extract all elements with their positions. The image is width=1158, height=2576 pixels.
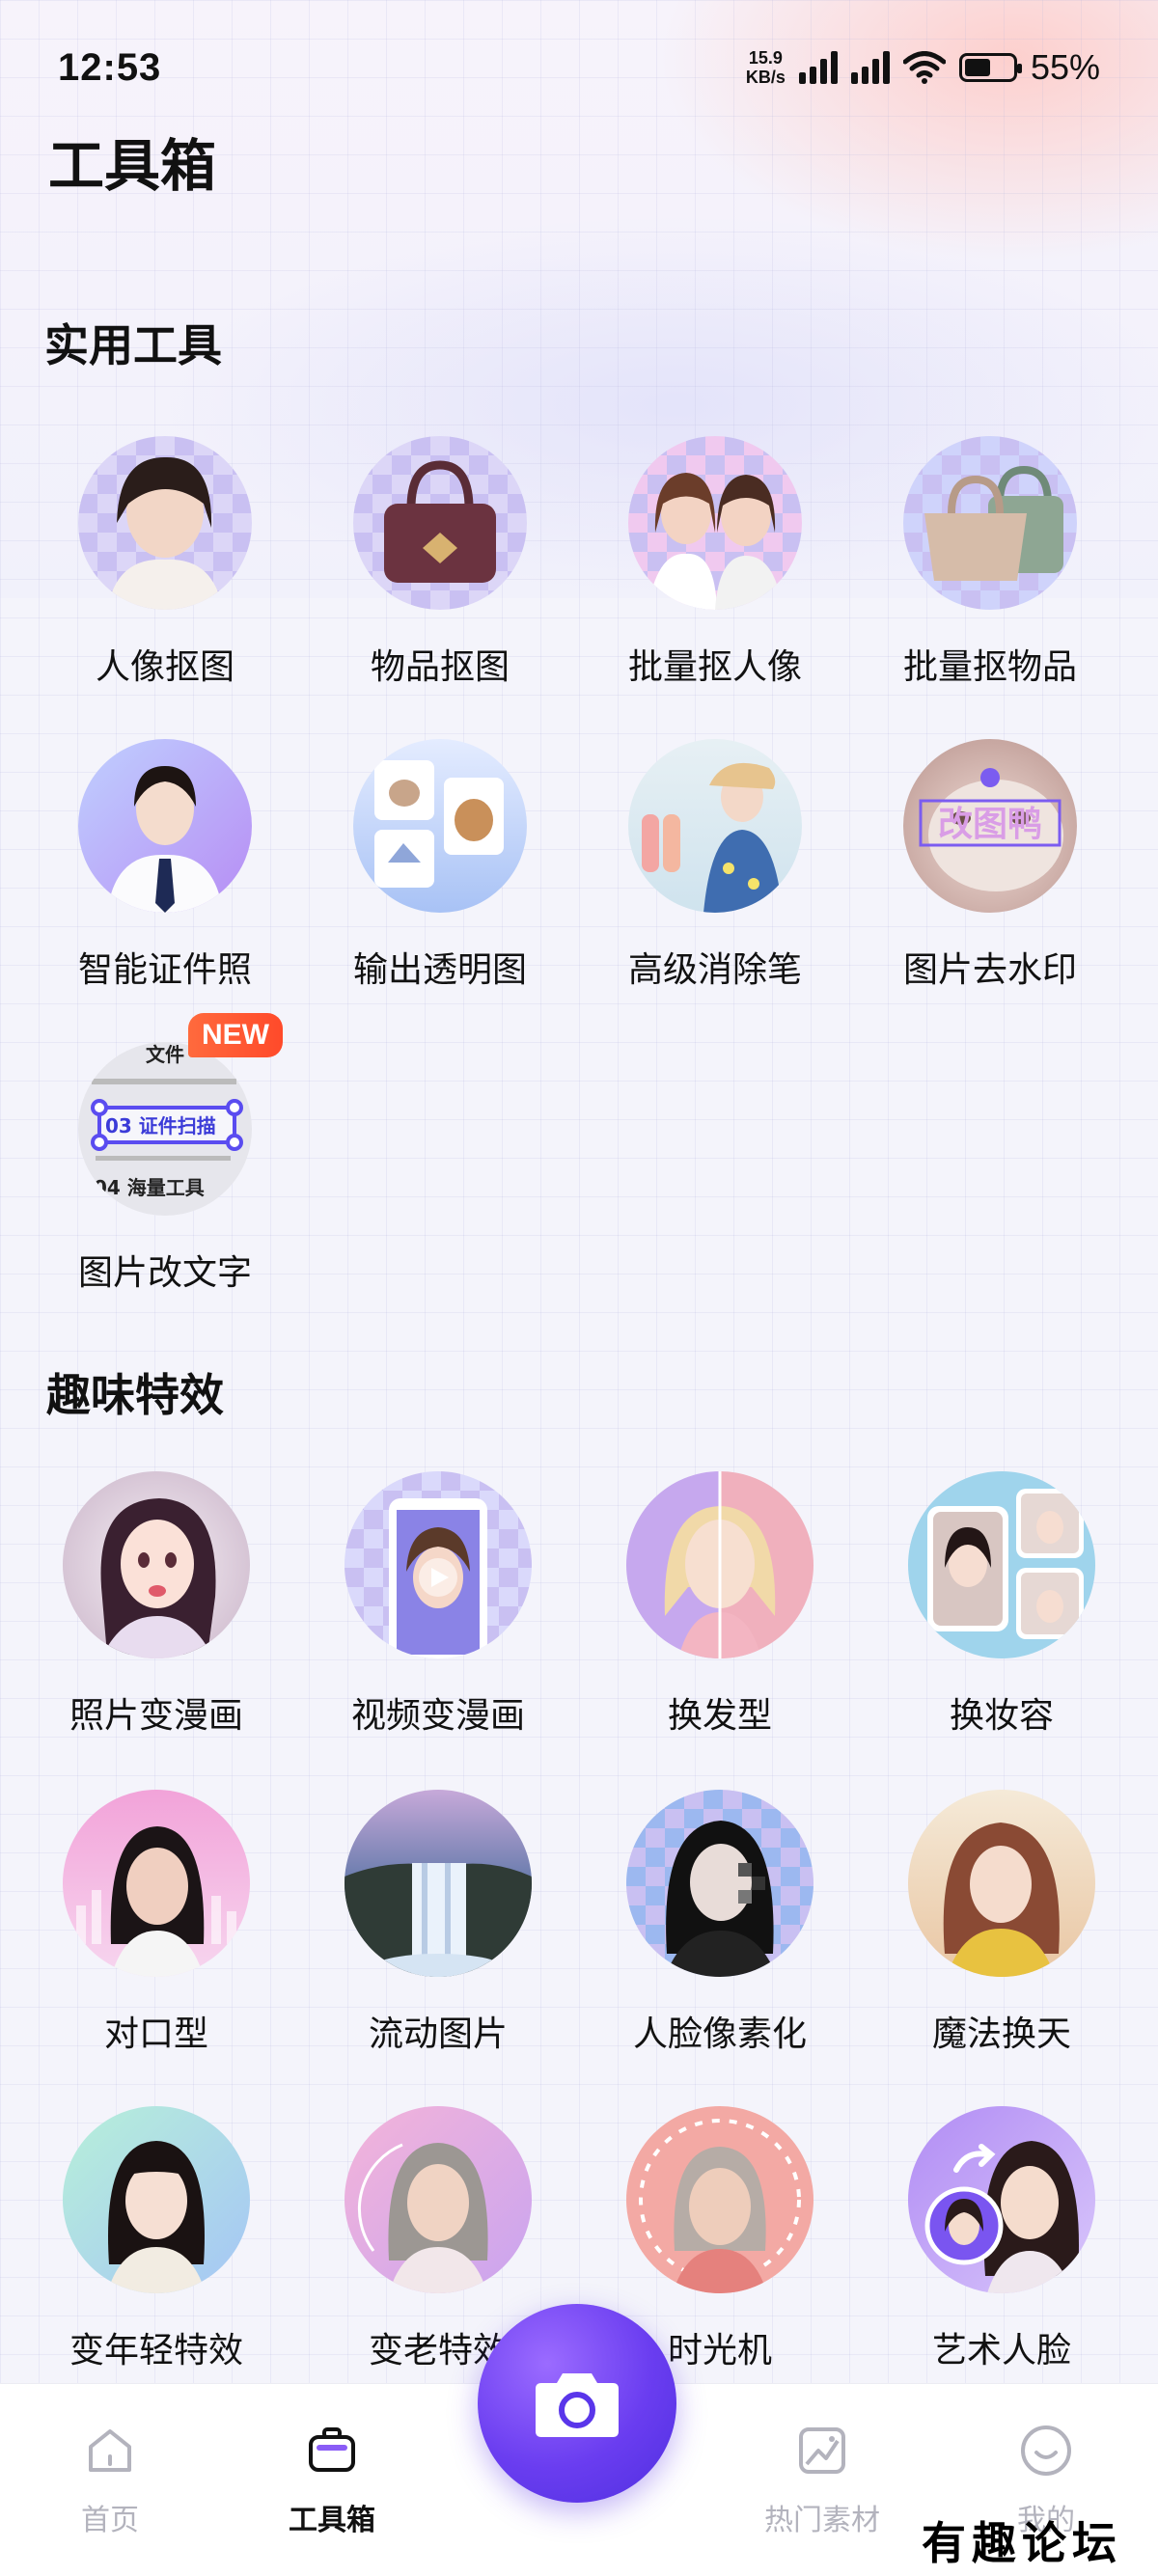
tool-label: 智能证件照 bbox=[77, 949, 252, 989]
section-title-fun: 趣味特效 bbox=[46, 1370, 224, 1420]
net-speed-unit: KB/s bbox=[745, 68, 786, 87]
page-title: 工具箱 bbox=[48, 135, 217, 198]
tool-batch-portrait[interactable]: 批量抠人像 bbox=[590, 436, 841, 689]
scan-line-2: 03 证件扫描 bbox=[105, 1114, 216, 1137]
tool-label: 视频变漫画 bbox=[350, 1695, 525, 1735]
tool-sky-replace[interactable]: 魔法换天 bbox=[876, 1790, 1127, 2056]
tool-batch-object[interactable]: 批量抠物品 bbox=[865, 436, 1116, 689]
tool-eraser-pen[interactable]: 高级消除笔 bbox=[590, 739, 841, 992]
scan-line-3: 04 海量工具 bbox=[94, 1176, 205, 1199]
tool-label: 图片改文字 bbox=[77, 1252, 252, 1292]
object-cutout-icon bbox=[353, 436, 527, 610]
batch-portrait-icon bbox=[628, 436, 802, 610]
younger-icon bbox=[63, 2106, 250, 2293]
tool-label: 艺术人脸 bbox=[931, 2330, 1071, 2370]
tool-object-cutout[interactable]: 物品抠图 bbox=[315, 436, 565, 689]
lip-sync-icon bbox=[63, 1790, 250, 1977]
battery-icon bbox=[958, 53, 1022, 82]
forum-watermark: 有趣论坛 bbox=[922, 2517, 1122, 2569]
home-icon bbox=[89, 2429, 131, 2472]
batch-object-icon bbox=[903, 436, 1077, 610]
scan-line-1: 文件 bbox=[146, 1043, 184, 1066]
tool-remove-watermark[interactable]: 改图鸭 图片去水印 bbox=[865, 739, 1116, 992]
tool-label: 输出透明图 bbox=[352, 949, 527, 989]
id-photo-icon bbox=[78, 739, 252, 913]
tool-photo-to-comic[interactable]: 照片变漫画 bbox=[31, 1471, 282, 1738]
net-speed: 15.9 KB/s bbox=[746, 48, 786, 87]
battery-percent: 55% bbox=[1030, 47, 1100, 87]
tool-label: 对口型 bbox=[103, 2014, 208, 2053]
tool-video-to-comic[interactable]: 视频变漫画 bbox=[313, 1471, 564, 1738]
status-time: 12:53 bbox=[58, 45, 162, 89]
camera-button[interactable] bbox=[478, 2304, 676, 2503]
status-indicators: 15.9 KB/s 55% bbox=[746, 47, 1100, 88]
tool-label: 变年轻特效 bbox=[69, 2330, 243, 2370]
transparent-output-icon bbox=[353, 739, 527, 913]
tool-label: 批量抠物品 bbox=[902, 646, 1077, 686]
toolbox-icon bbox=[309, 2427, 355, 2472]
makeup-icon bbox=[908, 1471, 1095, 1658]
hairstyle-icon bbox=[626, 1471, 813, 1658]
sky-replace-icon bbox=[908, 1790, 1095, 1977]
tool-label: 换妆容 bbox=[949, 1695, 1054, 1735]
new-badge: NEW bbox=[188, 1013, 283, 1057]
tool-portrait-cutout[interactable]: 人像抠图 bbox=[40, 436, 290, 689]
tool-label: 魔法换天 bbox=[931, 2014, 1071, 2053]
tool-art-face[interactable]: 艺术人脸 bbox=[876, 2106, 1127, 2372]
tool-label: 流动图片 bbox=[368, 2014, 508, 2053]
tool-label: 换发型 bbox=[667, 1695, 772, 1735]
tool-label: 人脸像素化 bbox=[632, 2014, 807, 2053]
tool-label: 批量抠人像 bbox=[627, 646, 802, 686]
portrait-cutout-icon bbox=[78, 436, 252, 610]
tool-label: 高级消除笔 bbox=[627, 949, 802, 989]
section-title-practical: 实用工具 bbox=[44, 320, 222, 370]
tab-toolbox[interactable]: 工具箱 bbox=[255, 2422, 409, 2538]
tab-label: 首页 bbox=[81, 2505, 139, 2536]
art-face-icon bbox=[908, 2106, 1095, 2293]
tab-label: 工具箱 bbox=[289, 2505, 375, 2536]
edit-text-icon: 文件 03 证件扫描 04 海量工具 bbox=[78, 1042, 252, 1216]
tool-label: 图片去水印 bbox=[902, 949, 1077, 989]
tab-hot-material[interactable]: 热门素材 bbox=[745, 2422, 899, 2538]
net-speed-value: 15.9 bbox=[748, 48, 783, 68]
tab-home[interactable]: 首页 bbox=[33, 2422, 187, 2538]
tool-edit-text[interactable]: 文件 03 证件扫描 04 海量工具 图片改文字 bbox=[40, 1042, 290, 1295]
tool-flowing-image[interactable]: 流动图片 bbox=[313, 1790, 564, 2056]
tool-id-photo[interactable]: 智能证件照 bbox=[40, 739, 290, 992]
tool-label: 照片变漫画 bbox=[69, 1695, 243, 1735]
remove-watermark-icon: 改图鸭 bbox=[903, 739, 1077, 913]
status-bar: 12:53 15.9 KB/s 55% bbox=[0, 0, 1158, 135]
tool-hairstyle[interactable]: 换发型 bbox=[594, 1471, 845, 1738]
flowing-image-icon bbox=[345, 1790, 532, 1977]
camera-icon bbox=[536, 2373, 619, 2437]
face-pixelate-icon bbox=[626, 1790, 813, 1977]
tool-face-pixelate[interactable]: 人脸像素化 bbox=[594, 1790, 845, 2056]
tool-lip-sync[interactable]: 对口型 bbox=[31, 1790, 282, 2056]
eraser-pen-icon bbox=[628, 739, 802, 913]
photo-to-comic-icon bbox=[63, 1471, 250, 1658]
wifi-icon bbox=[902, 51, 946, 84]
tool-label: 物品抠图 bbox=[370, 646, 510, 686]
tool-transparent-output[interactable]: 输出透明图 bbox=[315, 739, 565, 992]
tab-label: 热门素材 bbox=[764, 2505, 880, 2536]
tool-younger[interactable]: 变年轻特效 bbox=[31, 2106, 282, 2372]
signal-2-icon bbox=[850, 51, 890, 84]
signal-1-icon bbox=[798, 51, 838, 84]
older-icon bbox=[345, 2106, 532, 2293]
profile-icon bbox=[1021, 2425, 1071, 2476]
hot-material-icon bbox=[799, 2427, 845, 2474]
tool-makeup[interactable]: 换妆容 bbox=[876, 1471, 1127, 1738]
tool-label: 人像抠图 bbox=[95, 646, 234, 686]
video-to-comic-icon bbox=[345, 1471, 532, 1658]
watermark-sample-text: 改图鸭 bbox=[938, 805, 1042, 844]
battery-level-fill bbox=[964, 59, 991, 76]
time-machine-icon bbox=[626, 2106, 813, 2293]
